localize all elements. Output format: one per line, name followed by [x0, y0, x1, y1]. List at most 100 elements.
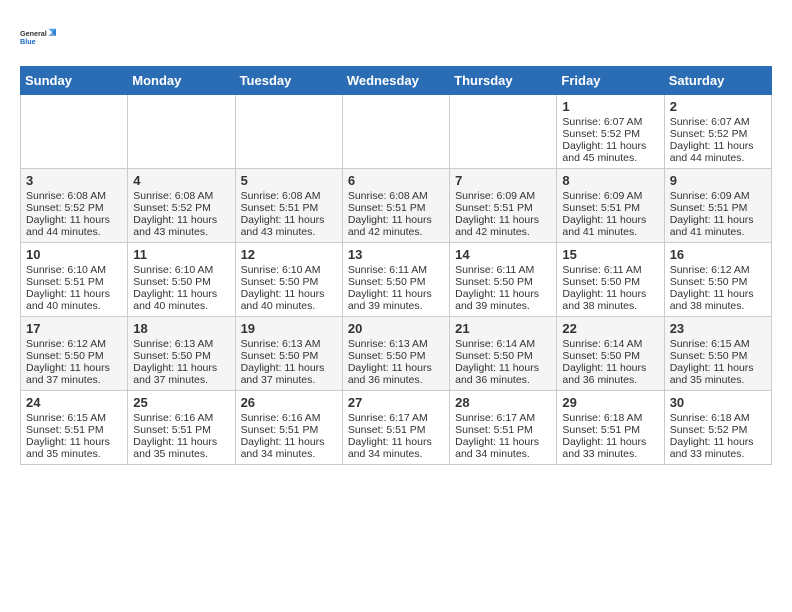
day-info: Sunset: 5:51 PM: [455, 424, 551, 436]
svg-text:General: General: [20, 29, 47, 38]
day-info: Sunset: 5:50 PM: [241, 350, 337, 362]
day-info: Sunrise: 6:07 AM: [562, 116, 658, 128]
day-info: Sunset: 5:50 PM: [562, 350, 658, 362]
logo-icon: General Blue: [20, 20, 56, 56]
day-info: Daylight: 11 hours and 43 minutes.: [241, 214, 337, 238]
day-number: 20: [348, 321, 444, 336]
day-info: Sunset: 5:52 PM: [562, 128, 658, 140]
day-number: 6: [348, 173, 444, 188]
day-number: 21: [455, 321, 551, 336]
calendar-cell: 2Sunrise: 6:07 AMSunset: 5:52 PMDaylight…: [664, 95, 771, 169]
day-info: Daylight: 11 hours and 37 minutes.: [26, 362, 122, 386]
calendar-cell: 16Sunrise: 6:12 AMSunset: 5:50 PMDayligh…: [664, 243, 771, 317]
weekday-header: Friday: [557, 67, 664, 95]
calendar-week-row: 17Sunrise: 6:12 AMSunset: 5:50 PMDayligh…: [21, 317, 772, 391]
calendar-cell: 28Sunrise: 6:17 AMSunset: 5:51 PMDayligh…: [450, 391, 557, 465]
calendar-cell: 15Sunrise: 6:11 AMSunset: 5:50 PMDayligh…: [557, 243, 664, 317]
logo: General Blue: [20, 20, 56, 56]
day-info: Sunrise: 6:10 AM: [241, 264, 337, 276]
day-number: 10: [26, 247, 122, 262]
calendar-cell: 13Sunrise: 6:11 AMSunset: 5:50 PMDayligh…: [342, 243, 449, 317]
day-info: Sunrise: 6:16 AM: [133, 412, 229, 424]
calendar-cell: 20Sunrise: 6:13 AMSunset: 5:50 PMDayligh…: [342, 317, 449, 391]
day-number: 27: [348, 395, 444, 410]
day-info: Sunrise: 6:18 AM: [562, 412, 658, 424]
calendar-cell: 19 Sunrise: 6:13 AMSunset: 5:50 PMDayligh…: [235, 317, 342, 391]
day-info: Sunset: 5:50 PM: [562, 276, 658, 288]
day-info: Daylight: 11 hours and 39 minutes.: [455, 288, 551, 312]
day-info: Daylight: 11 hours and 34 minutes.: [348, 436, 444, 460]
day-info: Daylight: 11 hours and 45 minutes.: [562, 140, 658, 164]
day-info: Daylight: 11 hours and 36 minutes.: [562, 362, 658, 386]
day-number: 12: [241, 247, 337, 262]
calendar-week-row: 24Sunrise: 6:15 AMSunset: 5:51 PMDayligh…: [21, 391, 772, 465]
day-number: 23: [670, 321, 766, 336]
day-number: 13: [348, 247, 444, 262]
calendar-week-row: 1Sunrise: 6:07 AMSunset: 5:52 PMDaylight…: [21, 95, 772, 169]
day-number: 9: [670, 173, 766, 188]
page-header: General Blue: [20, 20, 772, 56]
calendar-week-row: 3Sunrise: 6:08 AMSunset: 5:52 PMDaylight…: [21, 169, 772, 243]
day-number: 29: [562, 395, 658, 410]
day-info: Sunrise: 6:17 AM: [348, 412, 444, 424]
calendar-cell: 26Sunrise: 6:16 AMSunset: 5:51 PMDayligh…: [235, 391, 342, 465]
day-number: 3: [26, 173, 122, 188]
day-info: Sunset: 5:50 PM: [670, 276, 766, 288]
weekday-header: Wednesday: [342, 67, 449, 95]
day-info: Sunset: 5:51 PM: [26, 424, 122, 436]
calendar-cell: 5Sunrise: 6:08 AMSunset: 5:51 PMDaylight…: [235, 169, 342, 243]
day-number: 17: [26, 321, 122, 336]
day-info: Daylight: 11 hours and 37 minutes.: [241, 362, 337, 386]
calendar-cell: [450, 95, 557, 169]
day-info: Sunrise: 6:15 AM: [670, 338, 766, 350]
day-number: 18: [133, 321, 229, 336]
day-info: Daylight: 11 hours and 42 minutes.: [348, 214, 444, 238]
day-info: Sunset: 5:51 PM: [133, 424, 229, 436]
day-info: Sunrise: 6:14 AM: [455, 338, 551, 350]
day-info: Daylight: 11 hours and 44 minutes.: [26, 214, 122, 238]
day-info: Sunrise: 6:12 AM: [670, 264, 766, 276]
day-info: Sunset: 5:52 PM: [670, 424, 766, 436]
day-info: Daylight: 11 hours and 38 minutes.: [670, 288, 766, 312]
day-info: Sunrise: 6:11 AM: [455, 264, 551, 276]
calendar-cell: [21, 95, 128, 169]
day-info: Sunset: 5:51 PM: [241, 424, 337, 436]
calendar-header-row: SundayMondayTuesdayWednesdayThursdayFrid…: [21, 67, 772, 95]
day-info: Sunrise: 6:13 AM: [133, 338, 229, 350]
day-info: Daylight: 11 hours and 35 minutes.: [670, 362, 766, 386]
day-info: Sunrise: 6:13 AM: [241, 338, 337, 350]
day-info: Daylight: 11 hours and 36 minutes.: [348, 362, 444, 386]
day-number: 25: [133, 395, 229, 410]
calendar-cell: 7Sunrise: 6:09 AMSunset: 5:51 PMDaylight…: [450, 169, 557, 243]
day-info: Daylight: 11 hours and 42 minutes.: [455, 214, 551, 238]
calendar-cell: 14Sunrise: 6:11 AMSunset: 5:50 PMDayligh…: [450, 243, 557, 317]
day-info: Daylight: 11 hours and 43 minutes.: [133, 214, 229, 238]
day-info: Sunrise: 6:09 AM: [562, 190, 658, 202]
weekday-header: Thursday: [450, 67, 557, 95]
day-number: 2: [670, 99, 766, 114]
calendar-cell: 11Sunrise: 6:10 AMSunset: 5:50 PMDayligh…: [128, 243, 235, 317]
calendar-cell: [342, 95, 449, 169]
calendar-cell: 25Sunrise: 6:16 AMSunset: 5:51 PMDayligh…: [128, 391, 235, 465]
day-info: Sunrise: 6:08 AM: [241, 190, 337, 202]
calendar-cell: 3Sunrise: 6:08 AMSunset: 5:52 PMDaylight…: [21, 169, 128, 243]
day-info: Sunrise: 6:11 AM: [562, 264, 658, 276]
day-info: Daylight: 11 hours and 41 minutes.: [670, 214, 766, 238]
day-info: Sunset: 5:51 PM: [241, 202, 337, 214]
day-number: 15: [562, 247, 658, 262]
day-info: Daylight: 11 hours and 40 minutes.: [241, 288, 337, 312]
day-info: Sunrise: 6:18 AM: [670, 412, 766, 424]
calendar-cell: 9Sunrise: 6:09 AMSunset: 5:51 PMDaylight…: [664, 169, 771, 243]
day-number: 19: [241, 321, 337, 336]
day-info: Daylight: 11 hours and 33 minutes.: [670, 436, 766, 460]
calendar-cell: [235, 95, 342, 169]
calendar-cell: 22Sunrise: 6:14 AMSunset: 5:50 PMDayligh…: [557, 317, 664, 391]
day-number: 28: [455, 395, 551, 410]
day-info: Sunset: 5:51 PM: [26, 276, 122, 288]
day-info: Daylight: 11 hours and 36 minutes.: [455, 362, 551, 386]
day-info: Sunset: 5:51 PM: [348, 424, 444, 436]
day-info: Sunset: 5:50 PM: [26, 350, 122, 362]
day-info: Daylight: 11 hours and 44 minutes.: [670, 140, 766, 164]
day-info: Daylight: 11 hours and 34 minutes.: [455, 436, 551, 460]
day-number: 4: [133, 173, 229, 188]
